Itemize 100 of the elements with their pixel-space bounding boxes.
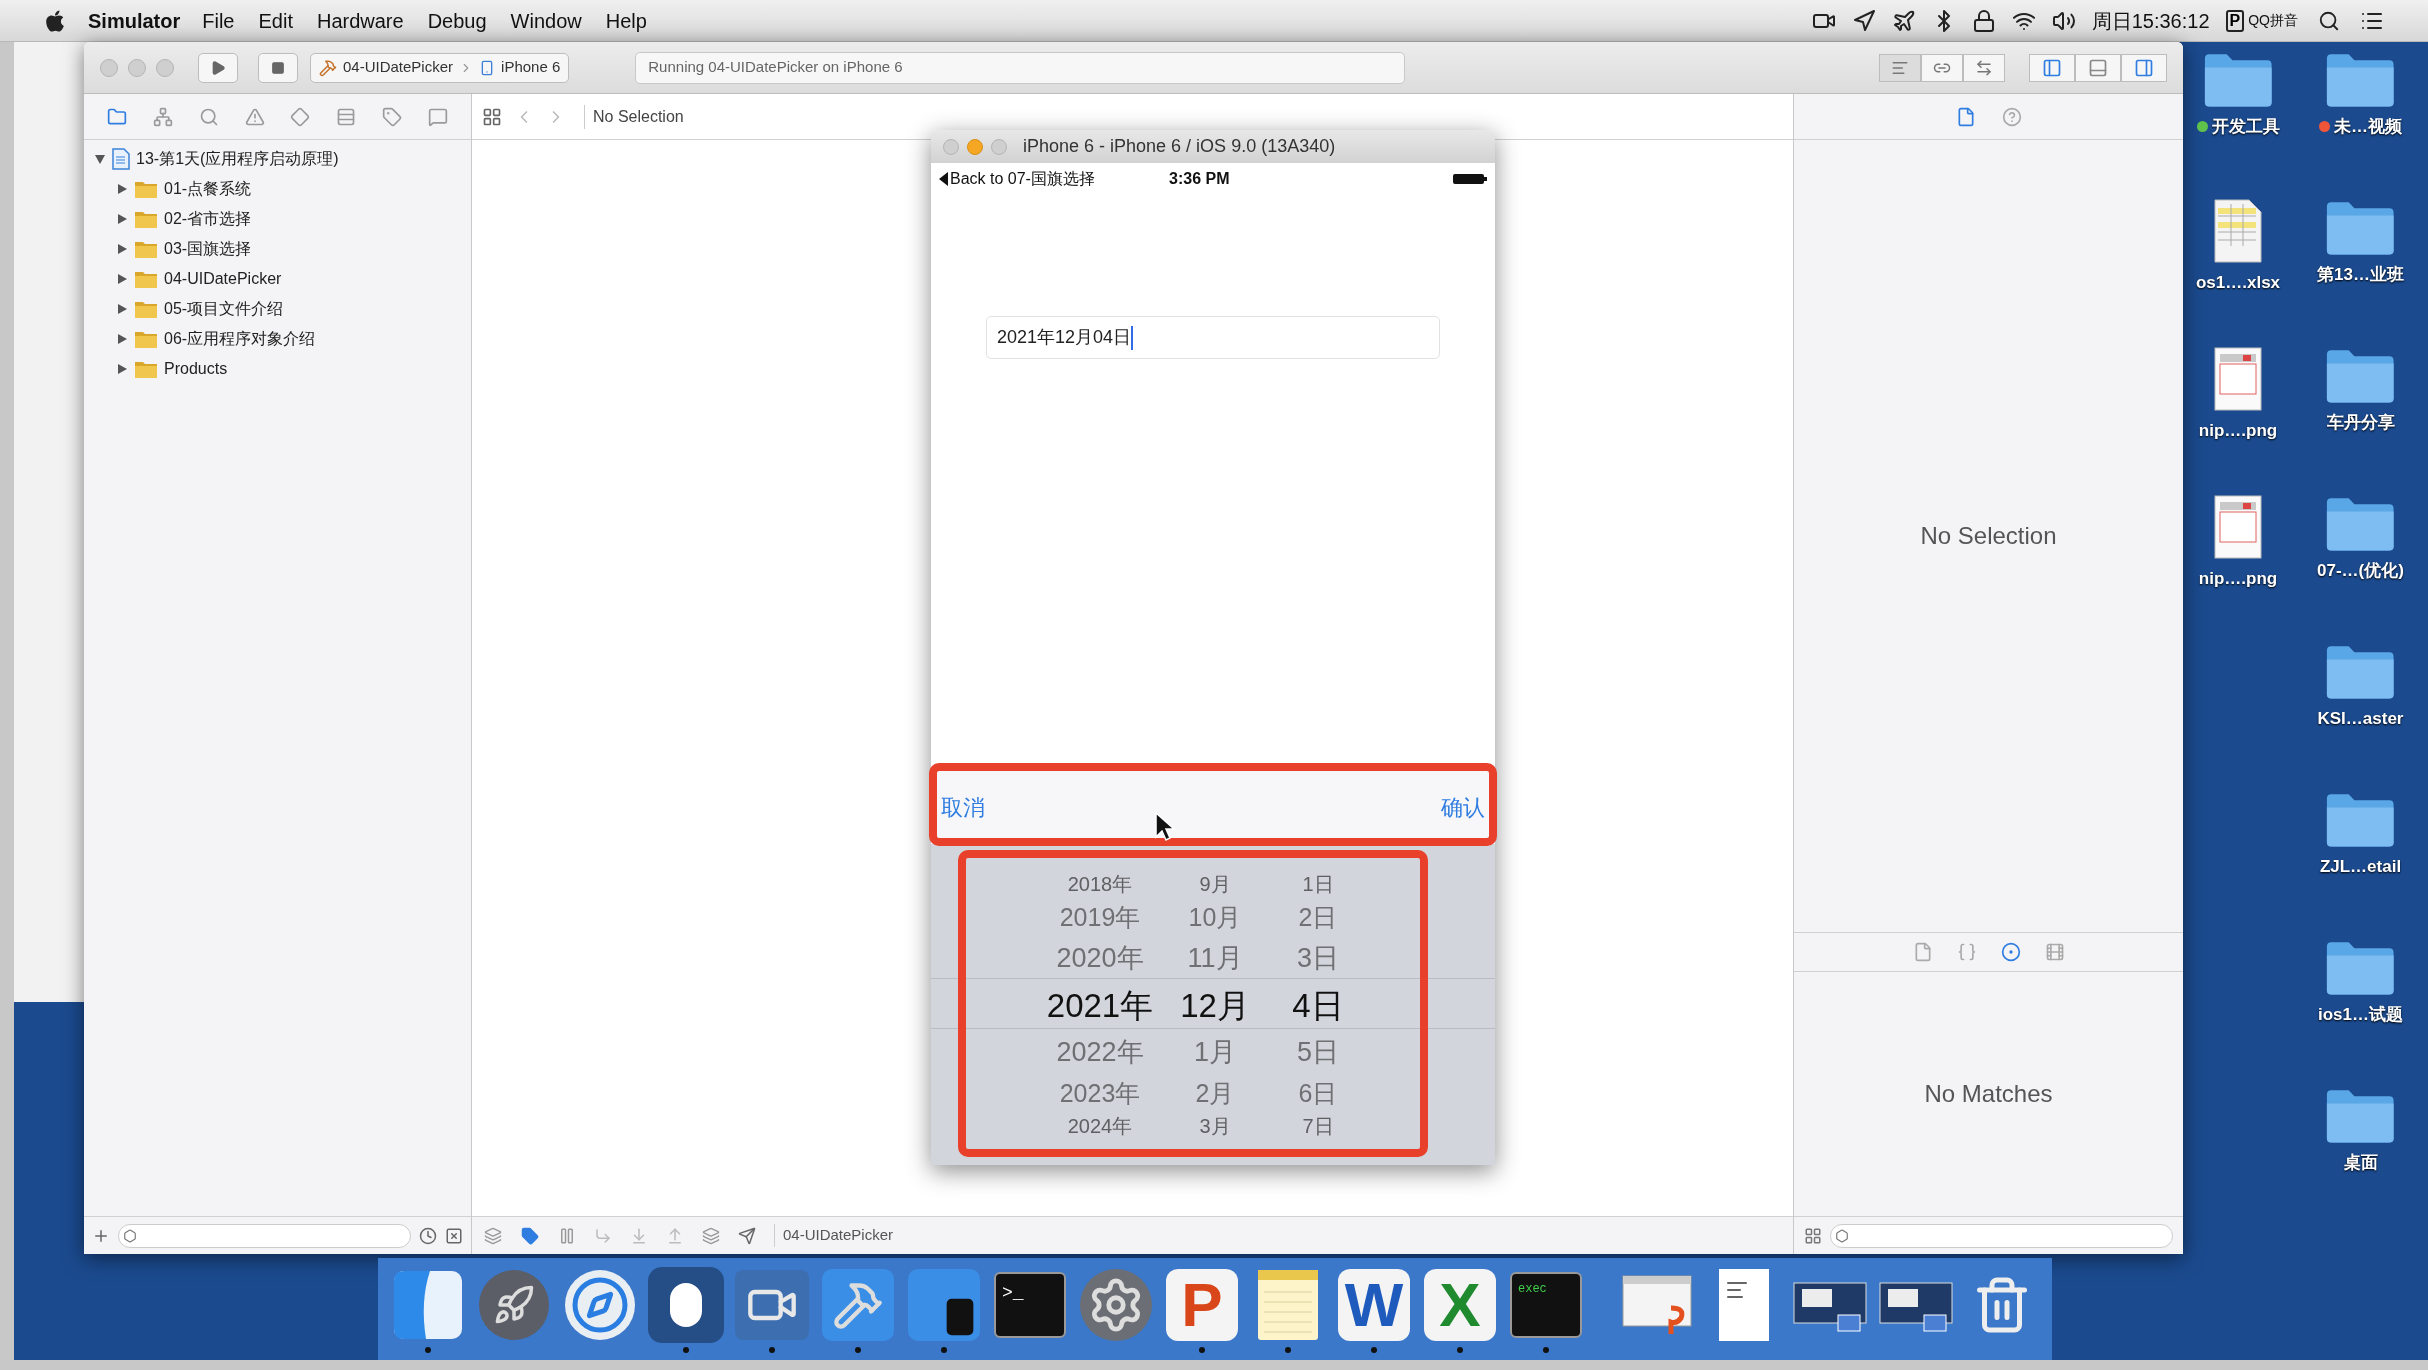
phone-icon[interactable] [908,1269,980,1341]
debug-target[interactable]: 04-UIDatePicker [774,1224,894,1247]
desktop-item-label[interactable]: os1….xlsx [2195,270,2281,296]
tree-item-label[interactable]: Products [164,357,228,381]
apple-icon[interactable] [44,8,66,33]
tree-item-label[interactable]: 06-应用程序对象介绍 [164,327,316,351]
picker-option[interactable]: 3月 [1199,1116,1231,1136]
tree-item-label[interactable]: 01-点餐系统 [164,177,252,201]
stop-icon [271,60,285,75]
disclosure-triangle-icon[interactable] [94,153,106,165]
desktop-item-label[interactable]: ZJL…etail [2319,854,2402,880]
desktop-item-label[interactable]: 未…视频 [2334,114,2402,140]
desktop-item-label[interactable]: 第13…业班 [2317,262,2404,288]
battery-icon [1453,173,1487,185]
menu-item[interactable]: File [202,5,235,36]
editor-mode-button[interactable] [1879,53,1921,82]
menu-clock[interactable]: 周日15:36:12 [2091,5,2210,36]
editor-mode-button[interactable] [1921,53,1963,82]
minimize-button[interactable] [967,138,983,155]
grid-icon[interactable] [482,106,502,127]
clock-icon[interactable] [419,1226,437,1245]
picker-option[interactable]: 12月 [1180,988,1250,1022]
run-button[interactable] [198,52,238,83]
terminal-icon[interactable]: >_ [994,1272,1066,1338]
desktop-item-label[interactable]: 桌面 [2343,1150,2378,1176]
disclosure-triangle-icon[interactable] [116,243,128,255]
disclosure-triangle-icon[interactable] [116,363,128,375]
menu-item[interactable]: Debug [427,5,487,36]
menu-item[interactable]: Edit [258,5,293,36]
pause-icon[interactable] [558,1226,576,1245]
mouse-icon[interactable] [648,1267,724,1343]
disclosure-triangle-icon[interactable] [116,183,128,195]
location-arrow-icon[interactable] [1851,8,1876,33]
lock-icon[interactable] [1971,8,1996,33]
editor-mode-button[interactable] [1963,53,2005,82]
tree-item-label[interactable]: 05-项目文件介绍 [164,297,284,321]
square-x-icon[interactable] [445,1226,463,1245]
confirm-button[interactable]: 确认 [1441,790,1485,824]
desktop-item-label[interactable]: KSI…aster [2317,706,2404,732]
app-letter-icon[interactable]: P [1166,1269,1238,1341]
picker-option[interactable]: 7日 [1302,1116,1334,1136]
desktop-item-label[interactable]: ios1…试题 [2318,1002,2403,1028]
tree-item-label[interactable]: 02-省市选择 [164,207,252,231]
hammer-icon[interactable] [822,1269,894,1341]
desktop-item-label[interactable]: 开发工具 [2211,114,2280,140]
split-square-icon[interactable] [392,1269,464,1341]
stop-button[interactable] [258,52,298,83]
notepad-icon[interactable] [1256,1268,1320,1342]
location-icon[interactable] [738,1226,756,1245]
panel-toggle-button[interactable] [2121,53,2167,82]
app-letter-icon[interactable]: W [1338,1269,1410,1341]
picker-option[interactable]: 4日 [1292,988,1344,1022]
disclosure-triangle-icon[interactable] [116,333,128,345]
panel-toggle-button[interactable] [2075,53,2121,82]
filter-field[interactable] [1830,1223,2173,1248]
film-camera-icon[interactable] [735,1270,809,1340]
scheme-name[interactable]: 04-UIDatePicker [343,56,454,79]
input-method-badge[interactable]: P [2225,9,2245,32]
menu-item[interactable]: Help [605,5,647,36]
tree-item-label[interactable]: 13-第1天(应用程序启动原理) [136,147,339,171]
document-window-icon[interactable] [1621,1274,1695,1336]
desktop-item-label[interactable]: 车丹分享 [2326,410,2395,436]
menu-item[interactable]: Simulator [88,5,181,36]
date-picker[interactable]: 2018年 2019年 2020年 2021年 2022年 2023年 2024年 9月 10月 11月 12月 1月 2月 3月 1日 2日 3日 4日 5日 6日 7日 [931,844,1495,1165]
filter-field[interactable] [118,1223,411,1248]
play-icon [210,59,226,76]
picker-option[interactable]: 1日 [1302,874,1334,894]
grid-icon[interactable] [1804,1226,1822,1245]
menu-item[interactable]: Hardware [316,5,404,36]
panel-toggle-button[interactable] [2029,53,2075,82]
bottom-panel-icon [2087,57,2109,78]
back-arrow-icon[interactable] [939,172,948,186]
view-hierarchy-icon[interactable] [702,1226,720,1245]
cancel-button[interactable]: 取消 [941,790,985,824]
desktop-item-label[interactable]: 07-…(优化) [2317,558,2404,584]
desktop-item-label[interactable]: nip….png [2198,566,2278,592]
tree-item-label[interactable]: 03-国旗选择 [164,237,252,261]
desktop-item-label[interactable]: nip….png [2198,418,2278,444]
back-link[interactable]: Back to 07-国旗选择 [950,167,1095,191]
disclosure-triangle-icon[interactable] [116,213,128,225]
input-method-label[interactable]: QQ拼音 [2248,10,2298,31]
disclosure-triangle-icon[interactable] [116,303,128,315]
picker-option[interactable]: 2024年 [1067,1116,1133,1136]
picker-option[interactable]: 9月 [1199,874,1231,894]
picker-option[interactable]: 2021年 [1046,988,1154,1022]
device-name[interactable]: iPhone 6 [501,56,561,79]
airplane-icon[interactable] [1891,8,1916,33]
library-empty-message: No Matches [1924,1079,2053,1109]
layers-icon[interactable] [484,1226,502,1245]
picker-option[interactable]: 2018年 [1067,874,1133,894]
tree-item-label[interactable]: 04-UIDatePicker [164,267,282,291]
arrows-icon [1975,58,1993,77]
menu-item[interactable]: Window [510,5,582,36]
terminal-icon[interactable]: exec [1510,1272,1582,1338]
disclosure-triangle-icon[interactable] [116,273,128,285]
search-icon[interactable] [2318,9,2340,32]
breakpoints-icon[interactable] [520,1226,540,1245]
text-file-icon[interactable] [1719,1269,1769,1341]
app-letter-icon[interactable]: X [1424,1269,1496,1341]
date-text-field[interactable]: 2021年12月04日 [986,316,1440,359]
